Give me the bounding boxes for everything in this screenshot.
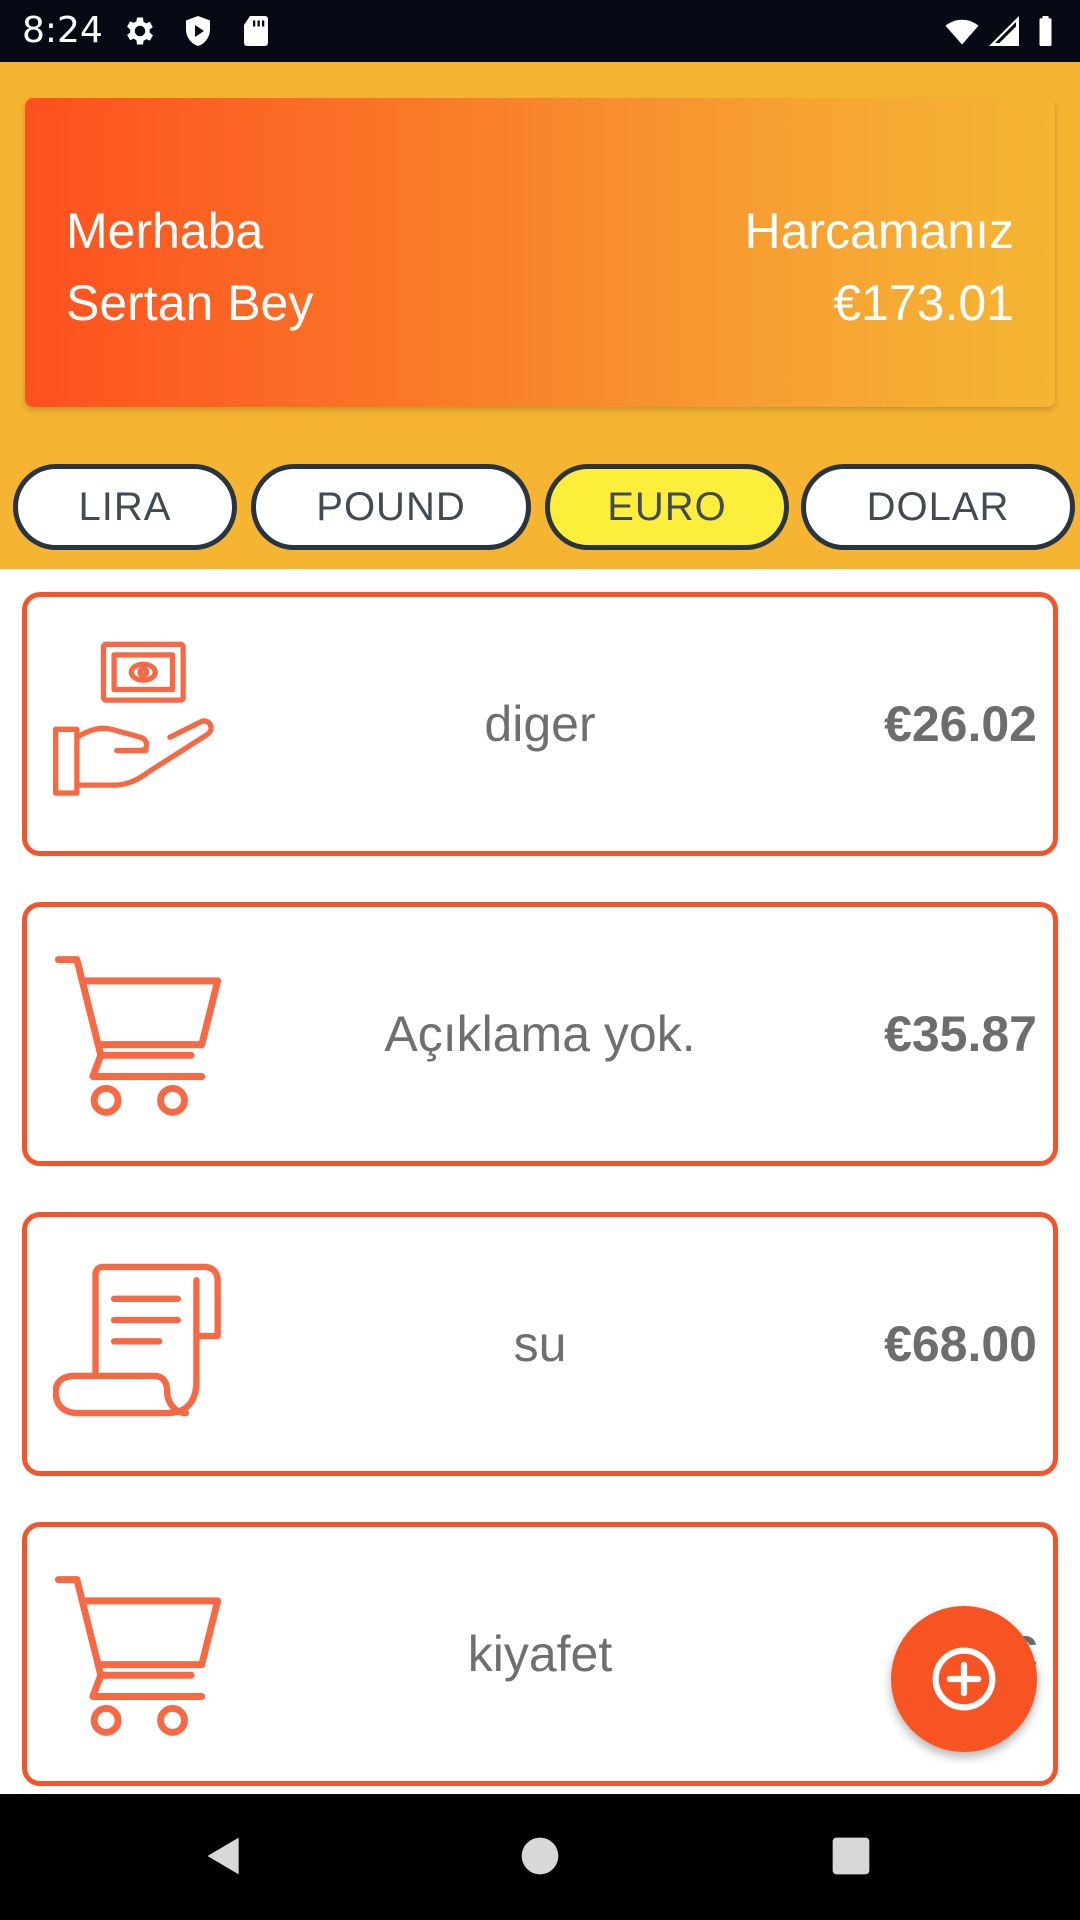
battery-icon (1039, 16, 1052, 46)
expense-item[interactable]: su €68.00 (22, 1212, 1058, 1476)
sd-card-icon (244, 16, 268, 46)
add-circle-icon (932, 1647, 996, 1711)
currency-dolar-button[interactable]: DOLAR (801, 464, 1075, 550)
spend-total: €173.01 (833, 275, 1014, 331)
add-expense-button[interactable] (891, 1606, 1037, 1752)
gear-icon (127, 17, 153, 45)
greeting: Merhaba Sertan Bey (66, 195, 313, 339)
expense-list[interactable]: diger €26.02 Açıklama yok. €35.87 su €68… (0, 569, 1080, 1794)
spend-summary: Harcamanız €173.01 (744, 195, 1014, 339)
navigation-bar (0, 1794, 1080, 1920)
status-time: 8:24 (22, 10, 103, 51)
expense-item[interactable]: Açıklama yok. €35.87 (22, 902, 1058, 1166)
recents-icon[interactable] (829, 1834, 873, 1878)
status-bar: 8:24 (0, 0, 1080, 62)
greeting-name: Sertan Bey (66, 275, 314, 331)
expense-item[interactable]: diger €26.02 (22, 592, 1058, 856)
greeting-line1: Merhaba (66, 203, 264, 259)
header: Merhaba Sertan Bey Harcamanız €173.01 LI… (0, 62, 1080, 569)
summary-card: Merhaba Sertan Bey Harcamanız €173.01 (25, 98, 1055, 407)
expense-amount: €26.02 (884, 696, 1037, 752)
expense-amount: €68.00 (884, 1316, 1037, 1372)
wifi-icon (945, 19, 979, 45)
shield-play-icon (186, 16, 210, 46)
currency-lira-button[interactable]: LIRA (13, 464, 237, 550)
currency-euro-button[interactable]: EURO (545, 464, 789, 550)
currency-selector: LIRA POUND EURO DOLAR (0, 464, 1080, 550)
cell-signal-icon (989, 16, 1019, 46)
expense-amount: €35.87 (884, 1006, 1037, 1062)
spend-label: Harcamanız (744, 203, 1014, 259)
back-icon[interactable] (202, 1834, 246, 1878)
home-icon[interactable] (518, 1834, 562, 1878)
currency-pound-button[interactable]: POUND (251, 464, 531, 550)
